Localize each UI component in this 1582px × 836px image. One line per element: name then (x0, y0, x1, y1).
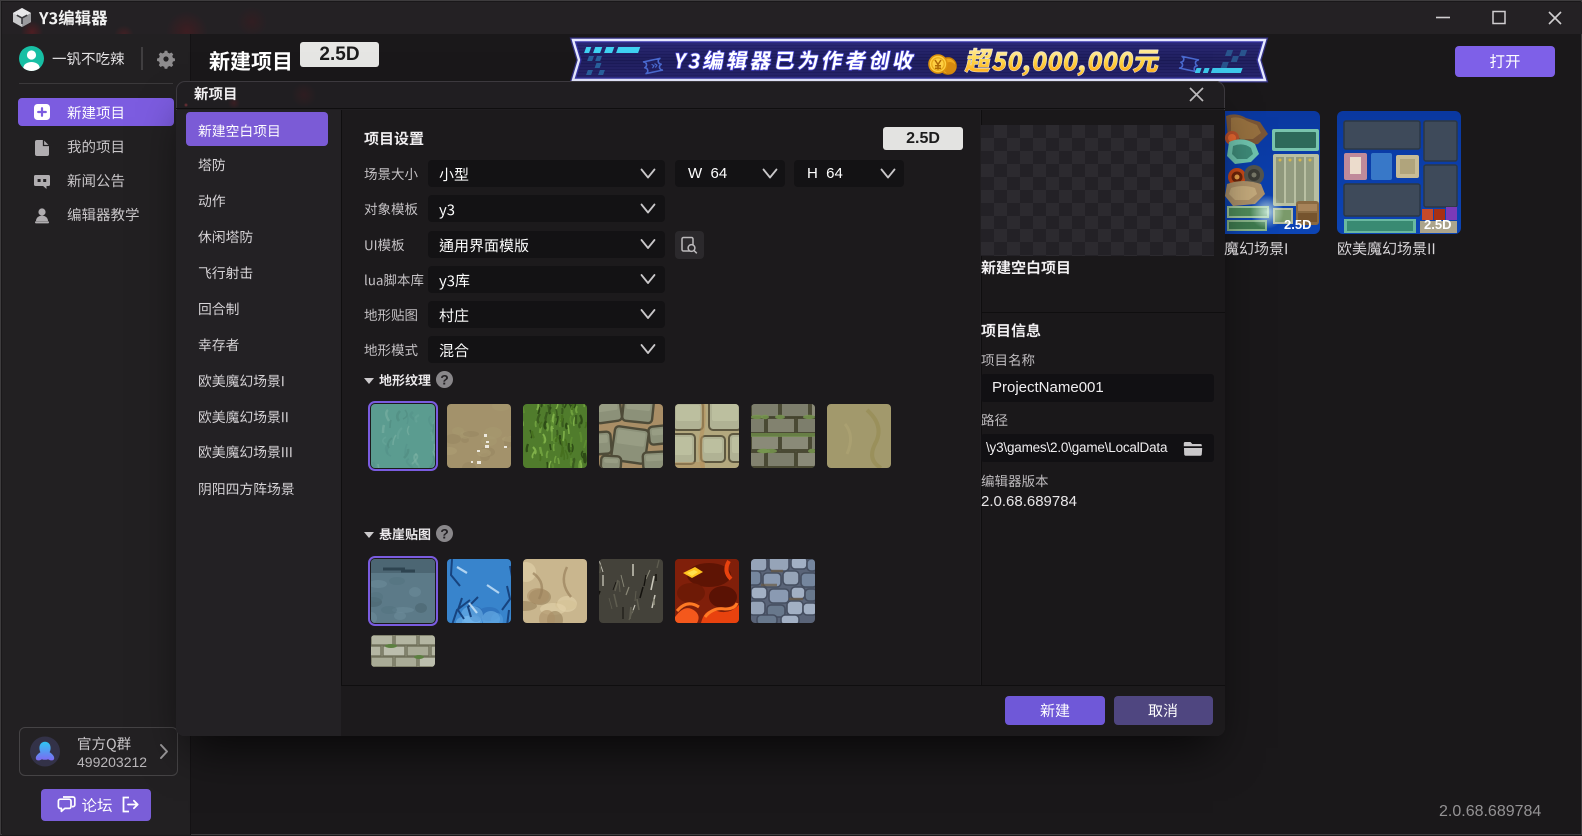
svg-text:?: ? (440, 526, 449, 542)
svg-text:?: ? (440, 372, 449, 388)
